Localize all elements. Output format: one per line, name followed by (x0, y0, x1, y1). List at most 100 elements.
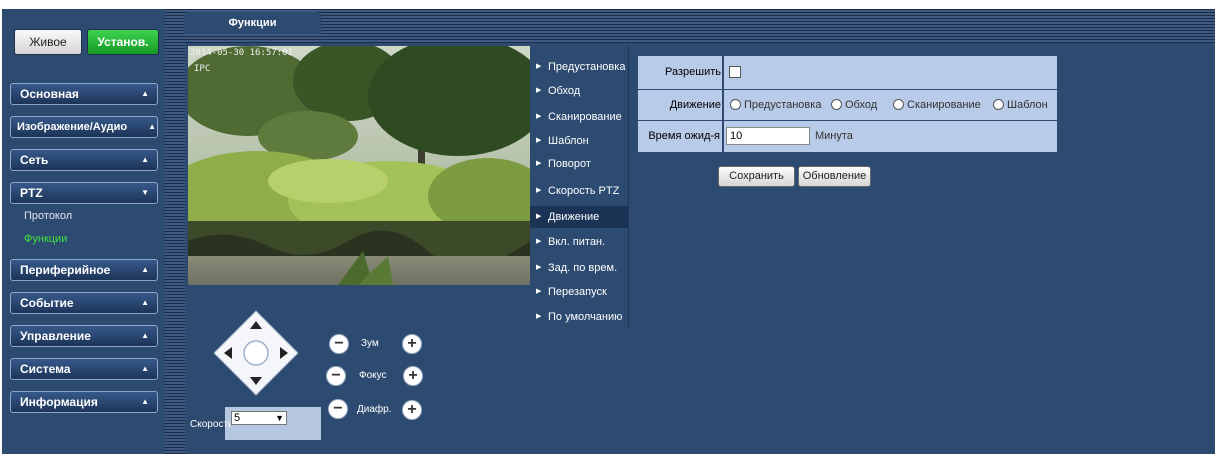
triangle-right-icon: ▶ (536, 160, 542, 167)
video-preview: 2014-05-30 16:57:01 IPC (188, 46, 530, 285)
setup-button[interactable]: Установ. (87, 29, 159, 55)
motion-option-scan[interactable]: Сканирование (893, 90, 981, 120)
header-stripes (185, 9, 1215, 43)
function-ptz-speed-label: Скорость PTZ (548, 185, 620, 197)
mode-switch: Живое Установ. (9, 23, 164, 59)
menu-network-label: Сеть (20, 153, 49, 167)
speed-value: 5 (234, 412, 241, 424)
motion-option-preset-label: Предустановка (744, 99, 822, 111)
function-ptz-speed[interactable]: ▶ Скорость PTZ (530, 180, 628, 202)
radio-icon (993, 99, 1004, 110)
row-separator (722, 121, 724, 152)
radio-icon (831, 99, 842, 110)
enable-label: Разрешить (665, 66, 721, 78)
motion-option-scan-label: Сканирование (907, 99, 981, 111)
triangle-right-icon: ▶ (536, 137, 542, 144)
triangle-right-icon: ▶ (536, 113, 542, 120)
iris-open-button[interactable]: + (402, 400, 422, 420)
enable-row: Разрешить (638, 56, 1057, 89)
menu-image-audio[interactable]: Изображение/Аудио ▲ (10, 116, 158, 138)
chevron-down-icon: ▼ (275, 413, 284, 423)
refresh-button[interactable]: Обновление (798, 166, 871, 187)
function-tour-label: Обход (548, 85, 581, 97)
iris-close-button[interactable]: − (328, 399, 348, 419)
function-time-task-label: Зад. по врем. (548, 262, 618, 274)
row-separator (722, 56, 724, 89)
chevron-up-icon: ▲ (141, 397, 149, 406)
menu-network[interactable]: Сеть ▲ (10, 149, 158, 171)
function-pattern[interactable]: ▶ Шаблон (530, 130, 628, 152)
function-preset-label: Предустановка (548, 61, 626, 73)
tab-functions[interactable]: Функции (184, 12, 321, 34)
menu-peripheral-label: Периферийное (20, 263, 111, 277)
focus-out-button[interactable]: − (326, 366, 346, 386)
zoom-in-button[interactable]: + (402, 334, 422, 354)
chevron-down-icon: ▼ (141, 188, 149, 197)
function-restart[interactable]: ▶ Перезапуск (530, 281, 628, 303)
osd-channel-name: IPC (194, 64, 211, 74)
chevron-up-icon: ▲ (141, 155, 149, 164)
ptz-direction-pad (213, 310, 299, 396)
menu-info[interactable]: Информация ▲ (10, 391, 158, 413)
function-time-task[interactable]: ▶ Зад. по врем. (530, 257, 628, 279)
motion-option-pattern-label: Шаблон (1007, 99, 1048, 111)
sidebar-item-protocol[interactable]: Протокол (24, 210, 72, 222)
motion-option-preset[interactable]: Предустановка (730, 90, 821, 120)
function-restart-label: Перезапуск (548, 286, 607, 298)
radio-icon (730, 99, 741, 110)
osd-timestamp: 2014-05-30 16:57:01 (190, 48, 293, 58)
motion-option-tour[interactable]: Обход (831, 90, 877, 120)
function-tour[interactable]: ▶ Обход (530, 80, 628, 102)
menu-event-label: Событие (20, 296, 74, 310)
menu-basic-label: Основная (20, 87, 79, 101)
function-idle-motion[interactable]: ▶ Движение (530, 206, 628, 228)
sidebar-item-functions[interactable]: Функции (24, 233, 67, 245)
speed-select[interactable]: 5 ▼ (231, 411, 287, 425)
triangle-right-icon: ▶ (536, 288, 542, 295)
menu-system-label: Система (20, 362, 71, 376)
motion-option-pattern[interactable]: Шаблон (993, 90, 1048, 120)
menu-ptz[interactable]: PTZ ▼ (10, 182, 158, 204)
menu-event[interactable]: Событие ▲ (10, 292, 158, 314)
focus-in-button[interactable]: + (403, 366, 423, 386)
menu-info-label: Информация (20, 395, 98, 409)
function-power-up-label: Вкл. питан. (548, 236, 606, 248)
function-default[interactable]: ▶ По умолчанию (530, 306, 628, 328)
speed-label: Скорость (190, 419, 230, 430)
function-pan-label: Поворот (548, 158, 591, 170)
motion-option-tour-label: Обход (845, 99, 878, 111)
chevron-up-icon: ▲ (141, 298, 149, 307)
function-pattern-label: Шаблон (548, 135, 589, 147)
zoom-out-button[interactable]: − (329, 334, 349, 354)
menu-ptz-label: PTZ (20, 186, 43, 200)
triangle-right-icon: ▶ (536, 264, 542, 271)
chevron-up-icon: ▲ (148, 122, 156, 131)
focus-label: Фокус (359, 370, 387, 381)
menu-management-label: Управление (20, 329, 91, 343)
save-button[interactable]: Сохранить (718, 166, 795, 187)
menu-peripheral[interactable]: Периферийное ▲ (10, 259, 158, 281)
chevron-up-icon: ▲ (141, 265, 149, 274)
function-scan[interactable]: ▶ Сканирование (530, 106, 628, 128)
triangle-right-icon: ▶ (536, 213, 542, 220)
triangle-right-icon: ▶ (536, 63, 542, 70)
live-button[interactable]: Живое (14, 29, 82, 55)
triangle-right-icon: ▶ (536, 238, 542, 245)
timeout-row: Время ожид-я 10 Минута (638, 121, 1057, 152)
menu-management[interactable]: Управление ▲ (10, 325, 158, 347)
row-separator (722, 90, 724, 120)
enable-checkbox[interactable] (729, 66, 741, 78)
zoom-label: Зум (361, 338, 379, 349)
timeout-input[interactable]: 10 (726, 127, 810, 145)
camera-image (188, 46, 530, 285)
chevron-up-icon: ▲ (141, 364, 149, 373)
function-power-up[interactable]: ▶ Вкл. питан. (530, 231, 628, 253)
iris-label: Диафр. (357, 404, 392, 415)
idle-motion-form: Разрешить Движение Предустановка Обход С… (638, 46, 1057, 153)
function-preset[interactable]: ▶ Предустановка (530, 56, 628, 78)
function-pan[interactable]: ▶ Поворот (530, 153, 628, 175)
radio-icon (893, 99, 904, 110)
menu-basic[interactable]: Основная ▲ (10, 83, 158, 105)
menu-system[interactable]: Система ▲ (10, 358, 158, 380)
menu-image-audio-label: Изображение/Аудио (17, 121, 128, 133)
